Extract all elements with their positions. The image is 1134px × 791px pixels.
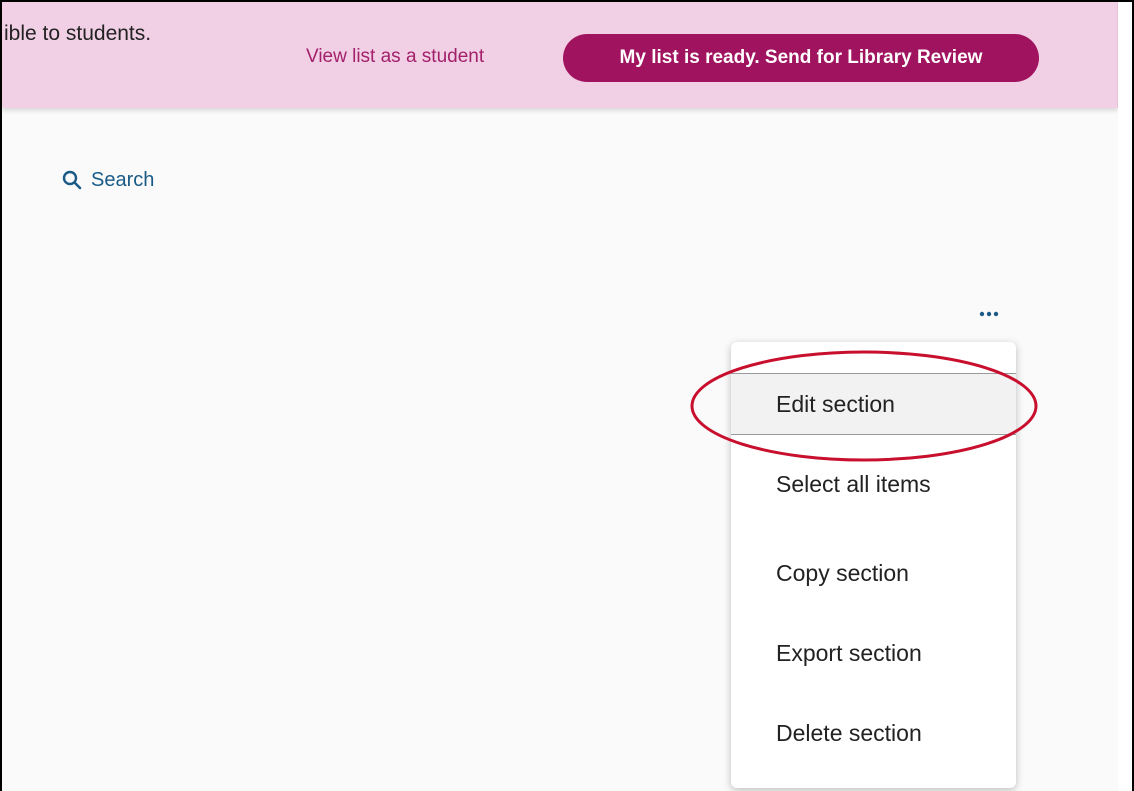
menu-item-edit-section[interactable]: Edit section (731, 373, 1016, 435)
banner-message: ible to students. (4, 22, 152, 45)
app-window: ible to students. View list as a student… (0, 0, 1134, 791)
send-for-library-review-button[interactable]: My list is ready. Send for Library Revie… (563, 34, 1039, 82)
menu-item-delete-section[interactable]: Delete section (731, 693, 1016, 773)
section-actions-menu: Edit section Select all items Copy secti… (731, 342, 1016, 788)
menu-item-select-all-items[interactable]: Select all items (731, 435, 1016, 533)
right-edge-panel (1118, 2, 1132, 791)
search-link[interactable]: Search (61, 167, 154, 193)
more-horizontal-icon (977, 305, 1001, 323)
view-as-student-link[interactable]: View list as a student (306, 46, 484, 68)
section-more-options-button[interactable] (972, 302, 1006, 326)
status-banner: ible to students. View list as a student… (2, 2, 1118, 108)
menu-item-export-section[interactable]: Export section (731, 613, 1016, 693)
menu-item-copy-section[interactable]: Copy section (731, 533, 1016, 613)
search-icon (61, 169, 83, 191)
search-label: Search (91, 168, 155, 191)
